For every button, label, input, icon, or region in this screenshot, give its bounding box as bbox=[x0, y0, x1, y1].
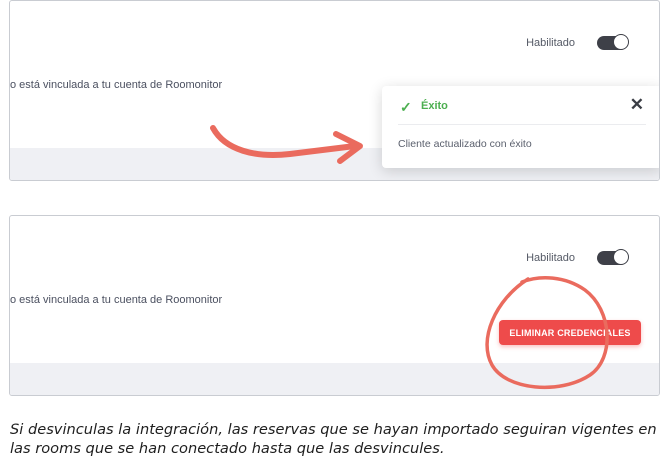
toggle-knob bbox=[613, 34, 629, 50]
caption-text: Si desvinculas la integración, las reser… bbox=[10, 421, 657, 457]
linked-account-text: o está vinculada a tu cuenta de Roomonit… bbox=[10, 294, 223, 306]
toast-message: Cliente actualizado con éxito bbox=[398, 138, 532, 150]
success-toast: ✓ Éxito ✕ Cliente actualizado con éxito bbox=[382, 86, 659, 168]
panel-footer bbox=[10, 363, 659, 395]
close-icon[interactable]: ✕ bbox=[630, 96, 644, 113]
enabled-toggle[interactable] bbox=[597, 249, 629, 265]
integration-panel-top: Habilitado o está vinculada a tu cuenta … bbox=[9, 0, 660, 181]
enabled-toggle[interactable] bbox=[597, 34, 629, 50]
enabled-label: Habilitado bbox=[526, 252, 575, 264]
toast-divider bbox=[398, 124, 646, 125]
toast-title: Éxito bbox=[421, 100, 448, 112]
delete-credentials-button[interactable]: ELIMINAR CREDENCIALES bbox=[499, 320, 641, 345]
enabled-toggle-group: Habilitado bbox=[526, 249, 629, 265]
toggle-knob bbox=[613, 249, 629, 265]
enabled-toggle-group: Habilitado bbox=[526, 34, 629, 50]
linked-account-text: o está vinculada a tu cuenta de Roomonit… bbox=[10, 79, 223, 91]
integration-panel-bottom: Habilitado o está vinculada a tu cuenta … bbox=[9, 215, 660, 396]
check-icon: ✓ bbox=[400, 99, 412, 115]
enabled-label: Habilitado bbox=[526, 37, 575, 49]
